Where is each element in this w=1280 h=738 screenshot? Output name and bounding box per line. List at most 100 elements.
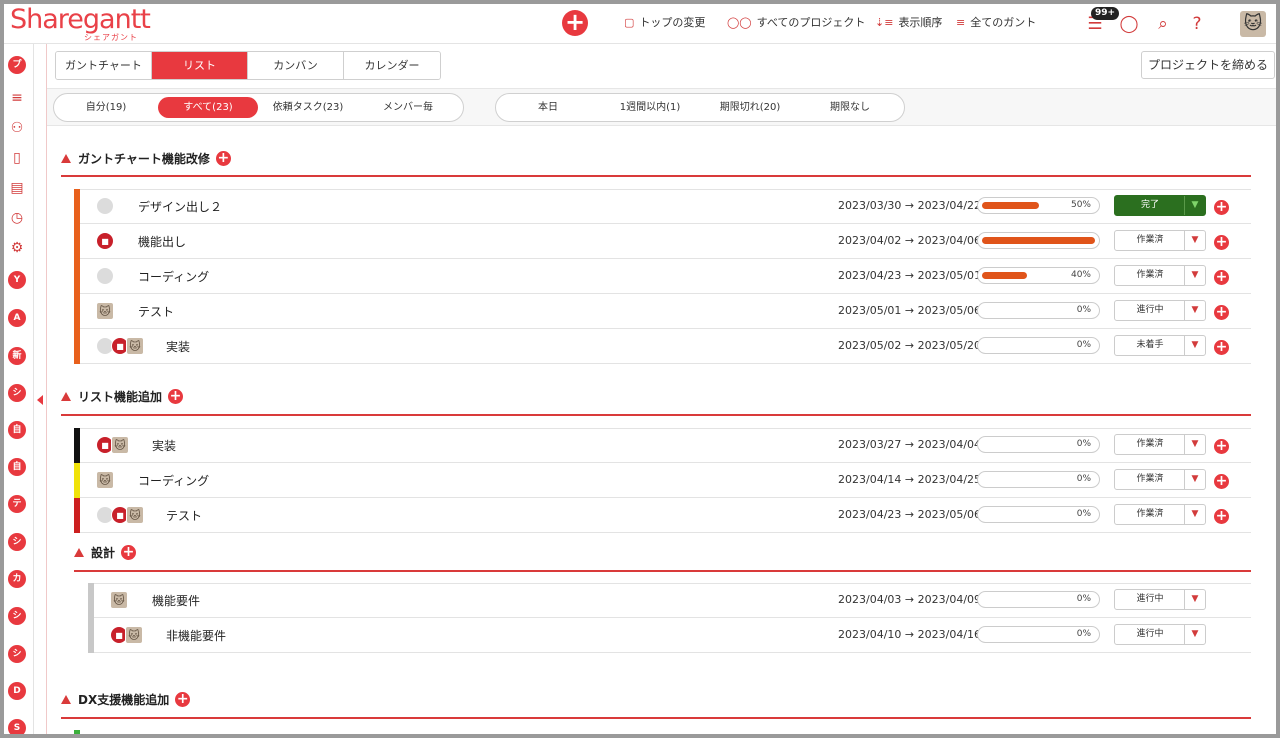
section-header[interactable]: リスト機能追加 + (61, 388, 184, 405)
list-icon[interactable]: ≡ (8, 89, 26, 107)
document-icon[interactable]: ▯ (8, 149, 26, 167)
add-subtask-button[interactable]: + (1214, 305, 1229, 320)
table-row[interactable]: コーディング 2023/04/23 → 2023/05/01 40% 作業済 ▼… (74, 259, 1251, 294)
sidebar-project-14[interactable]: S (8, 719, 26, 734)
task-dates[interactable]: 2023/04/03 → 2023/04/09 (838, 593, 981, 606)
add-subtask-button[interactable]: + (1214, 270, 1229, 285)
add-subtask-button[interactable]: + (1214, 200, 1229, 215)
collapse-sidebar-icon[interactable] (37, 395, 43, 405)
task-dates[interactable]: 2023/05/02 → 2023/05/20 (838, 339, 981, 352)
collapse-triangle-icon[interactable] (61, 392, 71, 401)
sidebar-project-6[interactable]: 自 (8, 421, 26, 439)
task-name[interactable]: テスト (166, 507, 202, 524)
members-icon[interactable]: ⚇ (8, 119, 26, 137)
task-dates[interactable]: 2023/04/23 → 2023/05/01 (838, 269, 981, 282)
status-select[interactable]: 進行中 ▼ (1114, 589, 1206, 610)
dropdown-arrow-icon[interactable]: ▼ (1184, 266, 1205, 285)
progress-bar[interactable]: 0% (977, 302, 1100, 319)
tab-calendar[interactable]: カレンダー (344, 52, 440, 79)
add-subtask-button[interactable]: + (1214, 509, 1229, 524)
dropdown-arrow-icon[interactable]: ▼ (1184, 625, 1205, 644)
status-select[interactable]: 完了 ▼ (1114, 195, 1206, 216)
sidebar-project-4[interactable]: 新 (8, 347, 26, 365)
add-subtask-button[interactable]: + (1214, 340, 1229, 355)
table-row[interactable]: 🐱 機能要件 2023/04/03 → 2023/04/09 0% 進行中 ▼ (88, 583, 1251, 618)
assignee-avatar[interactable]: 🐱 (126, 506, 144, 524)
dropdown-arrow-icon[interactable]: ▼ (1184, 301, 1205, 320)
progress-bar[interactable]: 0% (977, 436, 1100, 453)
progress-bar[interactable]: 0% (977, 337, 1100, 354)
add-subtask-button[interactable]: + (1214, 235, 1229, 250)
tab-gantt[interactable]: ガントチャート (56, 52, 152, 79)
task-name[interactable]: 非機能要件 (166, 627, 226, 644)
assignee-avatar[interactable] (96, 197, 114, 215)
status-select[interactable]: 作業済 ▼ (1114, 434, 1206, 455)
filter-today[interactable]: 本日 (496, 97, 600, 118)
task-name[interactable]: 実装 (166, 338, 190, 355)
status-select[interactable]: 作業済 ▼ (1114, 230, 1206, 251)
add-task-button[interactable]: + (121, 545, 137, 560)
dropdown-arrow-icon[interactable]: ▼ (1184, 590, 1205, 609)
progress-bar[interactable]: 0% (977, 591, 1100, 608)
assignee-avatar[interactable]: 🐱 (126, 337, 144, 355)
status-select[interactable]: 進行中 ▼ (1114, 300, 1206, 321)
notebook-icon[interactable]: ▤ (8, 179, 26, 197)
assignee-avatar[interactable]: 🐱 (96, 302, 114, 320)
table-row[interactable]: 🐱 コーディング 2023/04/14 → 2023/04/25 0% 作業済 … (74, 463, 1251, 498)
add-button[interactable]: + (562, 10, 588, 36)
progress-bar[interactable]: 40% (977, 267, 1100, 284)
task-name[interactable]: 実装 (152, 437, 176, 454)
table-row[interactable]: 🐱 テスト 2023/05/01 → 2023/05/06 0% 進行中 ▼ + (74, 294, 1251, 329)
all-gantt-link[interactable]: ≡ 全てのガント (956, 14, 1036, 30)
assignee-avatar[interactable]: 🐱 (111, 436, 129, 454)
progress-bar[interactable] (977, 232, 1100, 249)
task-dates[interactable]: 2023/04/02 → 2023/04/06 (838, 234, 981, 247)
chat-icon[interactable]: ◯ (1118, 13, 1140, 35)
assignee-avatar[interactable]: 🐱 (125, 626, 143, 644)
table-row[interactable]: ■ 🐱 実装 2023/05/02 → 2023/05/20 0% 未着手 ▼ + (74, 329, 1251, 364)
sidebar-project-3[interactable]: A (8, 309, 26, 327)
dropdown-arrow-icon[interactable]: ▼ (1184, 470, 1205, 489)
section-header[interactable]: 設計 + (74, 544, 137, 561)
task-dates[interactable]: 2023/04/10 → 2023/04/16 (838, 628, 981, 641)
filter-overdue[interactable]: 期限切れ(20) (700, 97, 800, 118)
dropdown-arrow-icon[interactable]: ▼ (1184, 231, 1205, 250)
status-select[interactable]: 進行中 ▼ (1114, 624, 1206, 645)
add-subtask-button[interactable]: + (1214, 439, 1229, 454)
table-row[interactable]: ■ 🐱 非機能要件 2023/04/10 → 2023/04/16 0% 進行中 … (88, 618, 1251, 653)
add-task-button[interactable]: + (168, 389, 184, 404)
gear-icon[interactable]: ⚙ (8, 239, 26, 257)
assignee-avatar[interactable] (96, 267, 114, 285)
tab-kanban[interactable]: カンバン (248, 52, 344, 79)
section-header[interactable]: DX支援機能追加 + (61, 691, 191, 708)
sidebar-project-11[interactable]: シ (8, 607, 26, 625)
assignee-avatar[interactable]: 🐱 (110, 591, 128, 609)
sidebar-project-5[interactable]: シ (8, 384, 26, 402)
task-name[interactable]: テスト (138, 303, 174, 320)
sidebar-project-13[interactable]: D (8, 682, 26, 700)
status-select[interactable]: 作業済 ▼ (1114, 265, 1206, 286)
status-select[interactable]: 作業済 ▼ (1114, 469, 1206, 490)
search-icon[interactable]: ⌕ (1152, 13, 1174, 35)
progress-bar[interactable]: 0% (977, 626, 1100, 643)
add-subtask-button[interactable]: + (1214, 474, 1229, 489)
history-icon[interactable]: ◷ (8, 209, 26, 227)
filter-within-week[interactable]: 1週間以内(1) (600, 97, 700, 118)
filter-no-deadline[interactable]: 期限なし (800, 97, 900, 118)
table-row[interactable]: デザイン出し２ 2023/03/30 → 2023/04/22 50% 完了 ▼… (74, 189, 1251, 224)
assignee-avatar[interactable]: ■ (96, 232, 114, 250)
task-dates[interactable]: 2023/03/30 → 2023/04/22 (838, 199, 981, 212)
task-dates[interactable]: 2023/04/23 → 2023/05/06 (838, 508, 981, 521)
sidebar-project-12[interactable]: シ (8, 645, 26, 663)
collapse-triangle-icon[interactable] (74, 548, 84, 557)
display-order-link[interactable]: ⇣≡ 表示順序 (875, 14, 942, 30)
add-task-button[interactable]: + (215, 151, 231, 166)
task-name[interactable]: デザイン出し２ (138, 198, 222, 215)
top-change-link[interactable]: ▢ トップの変更 (624, 14, 705, 30)
progress-bar[interactable]: 0% (977, 506, 1100, 523)
task-dates[interactable]: 2023/03/27 → 2023/04/04 (838, 438, 981, 451)
all-projects-link[interactable]: ◯◯ すべてのプロジェクト (727, 14, 865, 30)
dropdown-arrow-icon[interactable]: ▼ (1184, 196, 1205, 215)
tab-list[interactable]: リスト (152, 52, 248, 79)
task-name[interactable]: コーディング (138, 472, 209, 489)
